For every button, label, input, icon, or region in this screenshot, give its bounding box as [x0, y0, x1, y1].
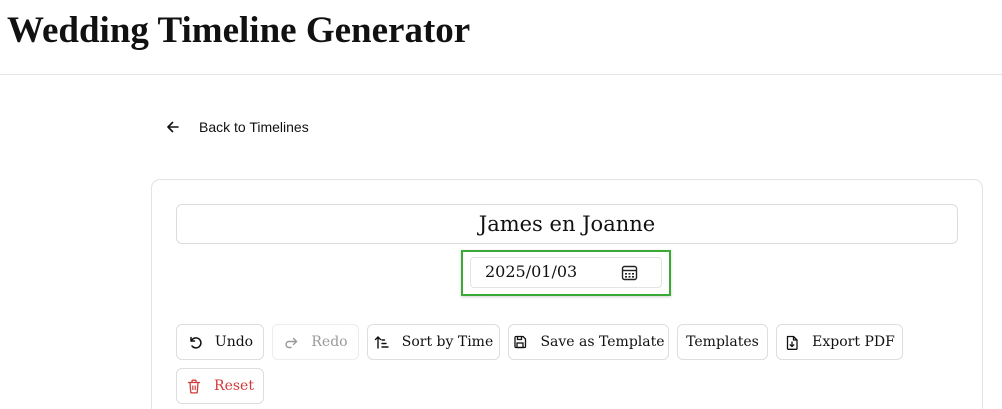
- templates-button[interactable]: Templates: [677, 324, 768, 360]
- export-pdf-label: Export PDF: [812, 334, 895, 350]
- wedding-date-value: 2025/01/03: [485, 262, 578, 281]
- undo-button[interactable]: Undo: [176, 324, 264, 360]
- save-as-template-button[interactable]: Save as Template: [508, 324, 669, 360]
- app-title: Wedding Timeline Generator: [7, 10, 471, 51]
- trash-icon: [186, 378, 202, 394]
- file-download-icon: [784, 334, 800, 350]
- back-link-label: Back to Timelines: [199, 119, 309, 135]
- export-pdf-button[interactable]: Export PDF: [776, 324, 903, 360]
- redo-button[interactable]: Redo: [272, 324, 359, 360]
- undo-icon: [187, 334, 203, 350]
- timeline-name-input[interactable]: [176, 204, 958, 244]
- redo-label: Redo: [311, 334, 348, 350]
- arrow-left-icon: [166, 119, 182, 135]
- undo-label: Undo: [214, 334, 254, 350]
- back-to-timelines-link[interactable]: Back to Timelines: [166, 116, 309, 138]
- templates-label: Templates: [686, 334, 759, 350]
- reset-button[interactable]: Reset: [176, 368, 264, 404]
- reset-label: Reset: [214, 378, 254, 394]
- save-icon: [512, 334, 528, 350]
- sort-by-time-button[interactable]: Sort by Time: [367, 324, 500, 360]
- redo-icon: [283, 334, 299, 350]
- sort-ascending-icon: [374, 334, 390, 350]
- app-header: Wedding Timeline Generator: [0, 0, 1002, 75]
- save-as-template-label: Save as Template: [540, 334, 665, 350]
- calendar-icon[interactable]: [621, 264, 638, 281]
- sort-by-time-label: Sort by Time: [401, 334, 494, 350]
